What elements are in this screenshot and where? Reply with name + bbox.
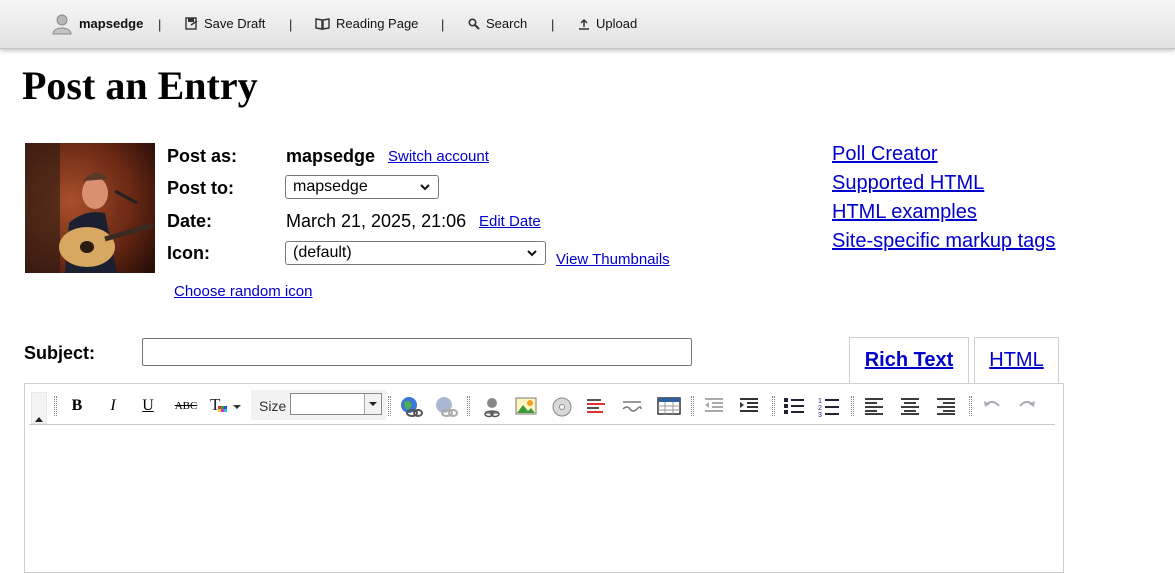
site-specific-markup-tags-link[interactable]: Site-specific markup tags [832,230,1055,253]
poll-icon[interactable] [621,396,643,416]
cut-icon[interactable] [586,396,608,416]
page-title: Post an Entry [22,63,258,108]
upload-label: Upload [596,16,638,31]
svg-text:1: 1 [818,398,822,405]
edit-date-link[interactable]: Edit Date [479,213,541,230]
chevron-down-icon [527,250,537,257]
book-icon [315,18,330,30]
toolbar-separator [691,396,694,416]
redo-icon[interactable] [1016,396,1038,416]
post-to-label: Post to: [167,178,234,198]
svg-text:3: 3 [818,412,822,418]
toolbar-collapse-icon[interactable] [31,392,47,424]
upload-button[interactable]: Upload [578,16,637,31]
date-value: March 21, 2025, 21:06 [286,211,467,231]
subject-input[interactable] [142,338,692,366]
html-examples-link[interactable]: HTML examples [832,201,977,224]
media-icon[interactable] [551,396,573,418]
supported-html-link[interactable]: Supported HTML [832,172,984,195]
indent-icon[interactable] [738,396,760,416]
username-link[interactable]: mapsedge [79,16,143,31]
editor-toolbar: B I U ABC T Size 1 2 3 [29,388,1055,425]
toolbar-separator [467,396,470,416]
switch-account-link[interactable]: Switch account [388,148,489,165]
toolbar-separator [969,396,972,416]
subject-label: Subject: [24,343,96,363]
separator: | [441,17,445,32]
separator: | [551,17,555,32]
text-color-icon[interactable]: T [209,396,245,416]
view-thumbnails-link[interactable]: View Thumbnails [556,251,670,268]
link-icon[interactable] [399,396,423,418]
reading-page-label: Reading Page [336,16,419,31]
post-to-select[interactable]: mapsedge [285,175,439,199]
choose-random-icon-link[interactable]: Choose random icon [174,283,312,300]
save-draft-icon [185,17,198,30]
toolbar-separator [54,396,57,416]
tab-html[interactable]: HTML [974,337,1059,383]
save-draft-label: Save Draft [204,16,266,31]
user-icon [52,14,72,35]
toolbar-separator [772,396,775,416]
toolbar-separator [851,396,854,416]
underline-icon[interactable]: U [136,396,160,416]
reading-page-button[interactable]: Reading Page [315,16,418,31]
table-icon[interactable] [657,396,681,416]
tab-rich-text[interactable]: Rich Text [849,337,969,385]
rich-text-editor[interactable]: B I U ABC T Size 1 2 3 [24,383,1064,573]
search-label: Search [486,16,528,31]
align-center-icon[interactable] [899,396,921,416]
avatar [25,143,155,273]
search-button[interactable]: Search [468,16,527,31]
font-size-label: Size [259,398,287,414]
align-left-icon[interactable] [863,396,885,416]
poll-creator-link[interactable]: Poll Creator [832,143,938,166]
unlink-icon[interactable] [434,396,458,418]
date-label: Date: [167,211,213,231]
separator: | [289,17,293,32]
search-icon [468,18,480,30]
post-as-value: mapsedge [286,146,376,166]
chevron-down-icon [420,184,430,191]
chevron-down-icon [364,394,381,414]
font-size-select[interactable] [290,393,382,415]
strikethrough-icon[interactable]: ABC [171,396,201,416]
italic-icon[interactable]: I [101,396,125,416]
editor-content-area[interactable] [29,426,1055,566]
image-icon[interactable] [515,396,537,416]
icon-select-value: (default) [293,244,352,261]
save-draft-button[interactable]: Save Draft [185,16,265,31]
svg-text:2: 2 [818,405,822,412]
icon-select[interactable]: (default) [285,241,546,265]
align-right-icon[interactable] [935,396,957,416]
undo-icon[interactable] [981,396,1003,416]
numbered-list-icon[interactable]: 1 2 3 [818,396,840,418]
toolbar-separator [388,396,391,416]
post-to-value: mapsedge [293,178,368,195]
bold-icon[interactable]: B [65,396,89,416]
separator: | [158,17,162,32]
bulleted-list-icon[interactable] [783,396,805,416]
avatar-image [25,143,155,273]
user-icon[interactable] [481,396,503,418]
outdent-icon[interactable] [703,396,725,416]
upload-icon [579,18,589,30]
icon-label: Icon: [167,243,210,263]
post-as-label: Post as: [167,146,238,166]
top-navigation-bar: mapsedge | Save Draft | Reading Page | S… [0,0,1175,49]
